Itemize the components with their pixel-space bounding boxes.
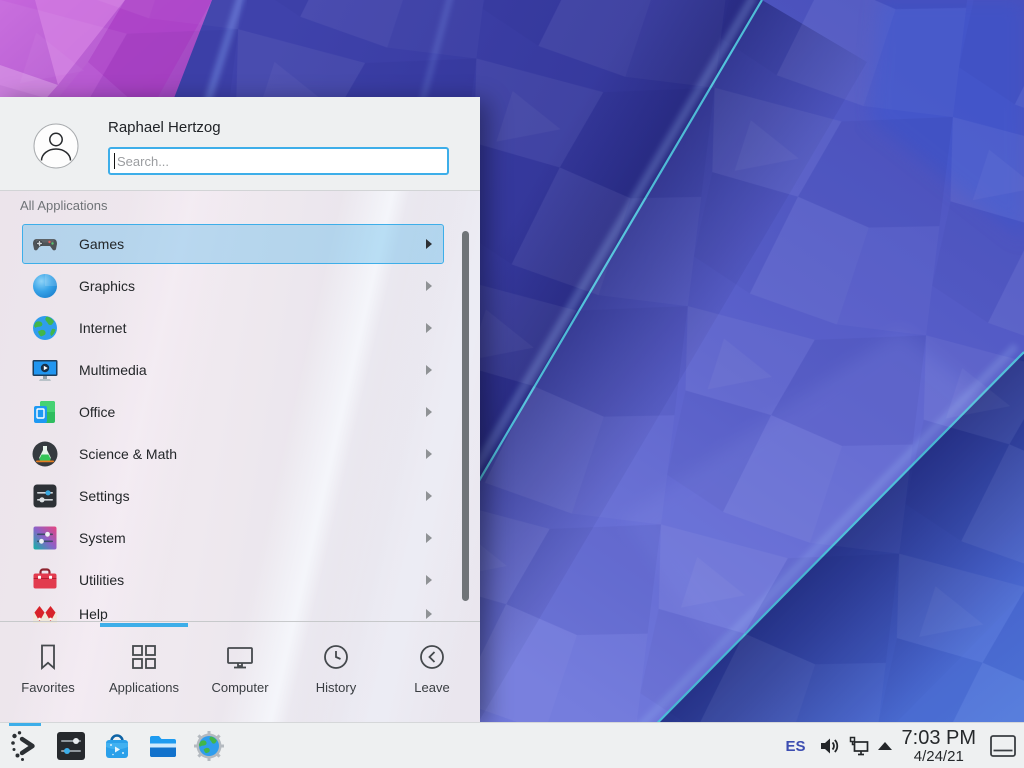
system-icon — [31, 524, 59, 552]
tab-leave[interactable]: Leave — [384, 622, 480, 722]
menu-item-label: Office — [79, 404, 115, 420]
settings-icon — [31, 482, 59, 510]
taskbar-system-settings[interactable] — [55, 730, 87, 762]
keyboard-layout-indicator[interactable]: ES — [786, 738, 806, 755]
menu-item-settings[interactable]: Settings — [22, 475, 444, 517]
submenu-arrow-icon — [426, 533, 432, 543]
multimedia-icon — [31, 356, 59, 384]
taskbar-launchers — [9, 723, 239, 768]
section-label: All Applications — [20, 198, 107, 213]
scrollbar[interactable] — [462, 231, 469, 601]
menu-item-label: System — [79, 530, 126, 546]
computer-icon — [225, 642, 255, 672]
tab-history[interactable]: History — [288, 622, 384, 722]
menu-item-system[interactable]: System — [22, 517, 444, 559]
submenu-arrow-icon — [426, 365, 432, 375]
tab-label: Computer — [211, 680, 268, 695]
menu-item-science-math[interactable]: Science & Math — [22, 433, 444, 475]
search-input[interactable]: Search... — [108, 147, 449, 175]
menu-item-label: Help — [79, 606, 108, 622]
expand-tray-icon[interactable] — [878, 742, 892, 750]
submenu-arrow-icon — [426, 281, 432, 291]
app-list-viewport: All Applications Games Graphics Internet Mu… — [0, 191, 480, 623]
submenu-arrow-icon — [426, 323, 432, 333]
submenu-arrow-icon — [426, 407, 432, 417]
submenu-arrow-icon — [426, 609, 432, 619]
system-tray: ES 7:03 PM 4/24/21 — [786, 723, 1024, 768]
clock[interactable]: 7:03 PM 4/24/21 — [902, 728, 976, 765]
launcher-tabbar: Favorites Applications Computer History Leav… — [0, 621, 480, 722]
network-icon[interactable] — [848, 735, 870, 757]
launcher-header: Raphael Hertzog Search... — [0, 97, 480, 191]
menu-item-label: Utilities — [79, 572, 124, 588]
submenu-arrow-icon — [426, 491, 432, 501]
text-caret — [114, 153, 115, 169]
menu-item-label: Internet — [79, 320, 126, 336]
games-icon — [31, 230, 59, 258]
show-desktop-button[interactable] — [990, 735, 1016, 757]
volume-icon[interactable] — [818, 735, 840, 757]
tab-label: Favorites — [21, 680, 74, 695]
active-tab-indicator — [100, 623, 188, 627]
taskbar-web-browser[interactable] — [193, 730, 225, 762]
taskbar-file-manager[interactable] — [147, 730, 179, 762]
applications-icon — [129, 642, 159, 672]
user-name: Raphael Hertzog — [108, 119, 221, 136]
taskbar-application-launcher[interactable] — [9, 730, 41, 762]
favorites-icon — [33, 642, 63, 672]
menu-item-office[interactable]: Office — [22, 391, 444, 433]
office-icon — [31, 398, 59, 426]
avatar[interactable] — [33, 123, 79, 169]
menu-item-help[interactable]: Help — [22, 593, 444, 623]
taskbar: ES 7:03 PM 4/24/21 — [0, 722, 1024, 768]
menu-item-label: Graphics — [79, 278, 135, 294]
menu-item-label: Science & Math — [79, 446, 177, 462]
tab-applications[interactable]: Applications — [96, 622, 192, 722]
tab-label: Leave — [414, 680, 449, 695]
menu-item-graphics[interactable]: Graphics — [22, 265, 444, 307]
help-icon — [31, 600, 59, 623]
menu-item-multimedia[interactable]: Multimedia — [22, 349, 444, 391]
tab-label: Applications — [109, 680, 179, 695]
clock-date: 4/24/21 — [902, 749, 976, 765]
app-category-list: Games Graphics Internet Multimedia Office Sci… — [0, 223, 480, 623]
menu-item-label: Settings — [79, 488, 130, 504]
submenu-arrow-icon — [426, 239, 432, 249]
launcher-body: All Applications Games Graphics Internet Mu… — [0, 191, 480, 722]
desktop: Raphael Hertzog Search... All Applicatio… — [0, 0, 1024, 768]
submenu-arrow-icon — [426, 575, 432, 585]
tab-computer[interactable]: Computer — [192, 622, 288, 722]
tab-label: History — [316, 680, 356, 695]
search-placeholder: Search... — [117, 154, 169, 169]
internet-icon — [31, 314, 59, 342]
menu-item-internet[interactable]: Internet — [22, 307, 444, 349]
menu-item-games[interactable]: Games — [22, 223, 444, 265]
utilities-icon — [31, 566, 59, 594]
menu-item-label: Games — [79, 236, 124, 252]
menu-item-label: Multimedia — [79, 362, 147, 378]
tab-favorites[interactable]: Favorites — [0, 622, 96, 722]
submenu-arrow-icon — [426, 449, 432, 459]
graphics-icon — [31, 272, 59, 300]
taskbar-discover[interactable] — [101, 730, 133, 762]
clock-time: 7:03 PM — [902, 728, 976, 749]
history-icon — [321, 642, 351, 672]
science-icon — [31, 440, 59, 468]
application-launcher: Raphael Hertzog Search... All Applicatio… — [0, 97, 480, 722]
leave-icon — [417, 642, 447, 672]
